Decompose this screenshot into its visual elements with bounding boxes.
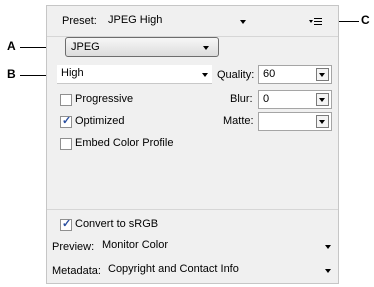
file-format-value: JPEG [71, 41, 100, 53]
progressive-checkbox[interactable] [60, 94, 72, 106]
chevron-down-icon [325, 245, 331, 249]
compression-quality-value: High [61, 67, 84, 79]
preset-dropdown[interactable]: JPEG High [104, 12, 254, 31]
chevron-down-icon [202, 73, 208, 77]
menu-line-icon [314, 24, 322, 25]
metadata-value: Copyright and Contact Info [108, 263, 239, 275]
blur-field[interactable]: 0 [258, 90, 332, 109]
quality-value: 60 [263, 68, 276, 80]
metadata-dropdown[interactable]: Copyright and Contact Info [104, 261, 338, 280]
preview-value: Monitor Color [102, 239, 169, 251]
preset-value: JPEG High [108, 14, 163, 26]
progressive-label: Progressive [75, 93, 134, 105]
quality-label: Quality: [217, 69, 255, 81]
quality-dropdown-button[interactable] [316, 68, 329, 81]
menu-line-icon [314, 18, 322, 19]
optimized-checkbox[interactable]: ✓ [60, 115, 72, 128]
menu-arrow-icon [309, 20, 313, 23]
matte-field[interactable] [258, 112, 332, 131]
file-format-dropdown[interactable]: JPEG [65, 37, 219, 57]
panel-menu-icon[interactable] [309, 17, 325, 27]
embed-color-profile-checkbox[interactable] [60, 138, 72, 150]
section-divider [47, 209, 338, 210]
callout-a: A [7, 39, 16, 53]
compression-quality-dropdown[interactable]: High [57, 65, 212, 84]
quality-field[interactable]: 60 [258, 65, 332, 84]
chevron-down-icon [240, 20, 246, 24]
blur-dropdown-button[interactable] [316, 93, 329, 106]
chevron-down-icon [203, 46, 209, 50]
chevron-down-icon [319, 98, 325, 102]
check-icon: ✓ [62, 218, 72, 230]
callout-c: C [361, 13, 370, 27]
convert-srgb-label: Convert to sRGB [75, 218, 159, 230]
preview-label: Preview: [52, 241, 95, 253]
matte-dropdown-button[interactable] [316, 115, 329, 128]
check-icon: ✓ [62, 115, 72, 127]
matte-label: Matte: [223, 115, 254, 127]
optimize-settings-panel: Preset: JPEG High JPEG High Quality: 60 … [46, 5, 339, 284]
chevron-down-icon [325, 269, 331, 273]
chevron-down-icon [319, 120, 325, 124]
blur-label: Blur: [230, 93, 253, 105]
chevron-down-icon [319, 73, 325, 77]
preset-label: Preset: [62, 15, 97, 27]
preview-dropdown[interactable]: Monitor Color [98, 237, 338, 256]
callout-b: B [7, 67, 16, 81]
convert-srgb-checkbox[interactable]: ✓ [60, 218, 72, 231]
menu-line-icon [314, 21, 322, 22]
embed-color-profile-label: Embed Color Profile [75, 137, 174, 149]
blur-value: 0 [263, 93, 270, 105]
metadata-label: Metadata: [52, 265, 101, 277]
optimized-label: Optimized [75, 115, 125, 127]
